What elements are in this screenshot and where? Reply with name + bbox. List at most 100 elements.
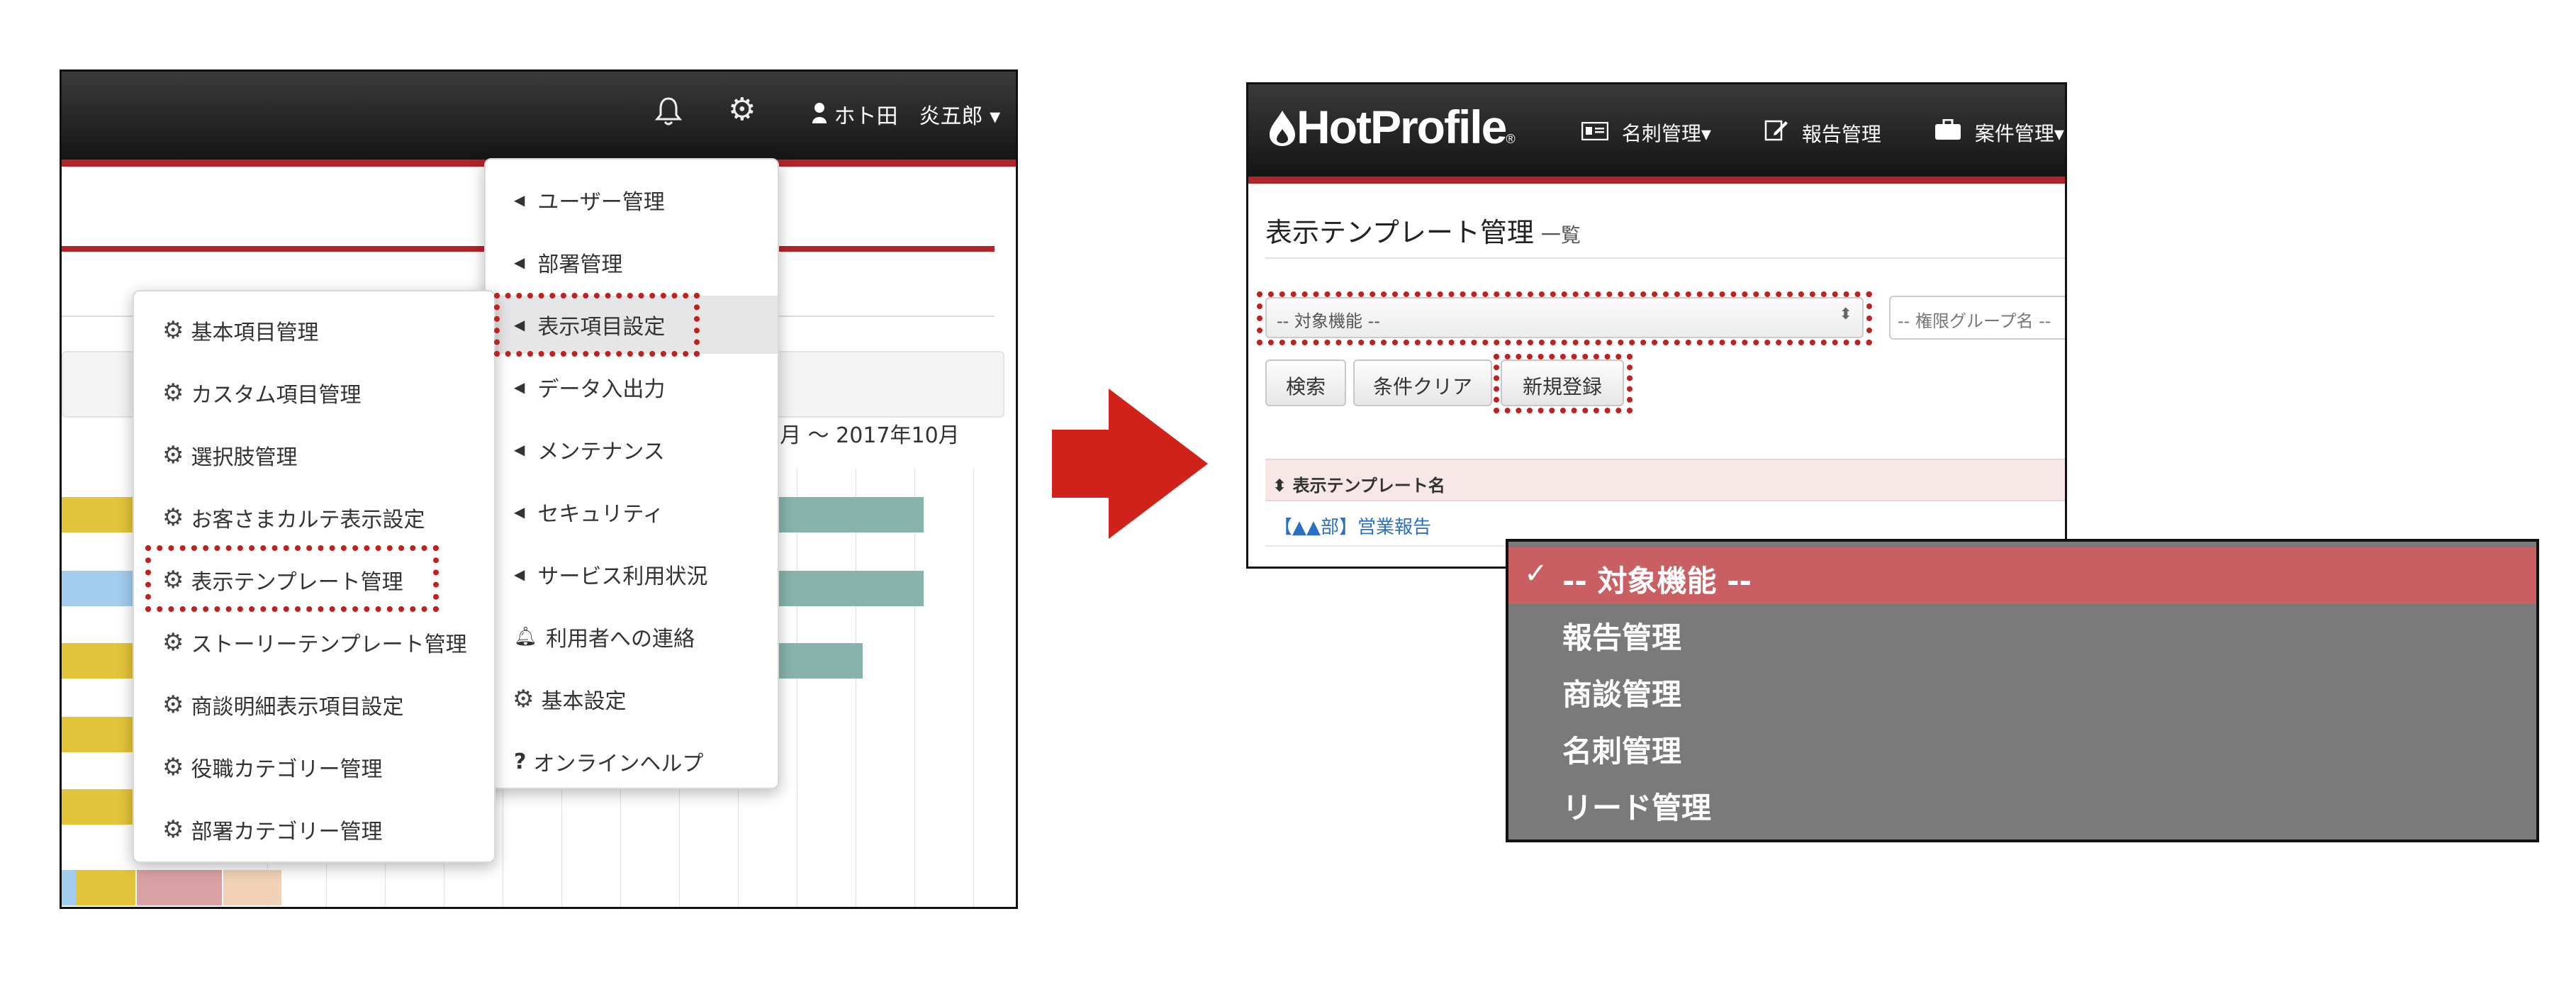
report-icon [1764, 120, 1795, 146]
highlight-display-settings [494, 293, 700, 357]
submenu-item-label: お客さまカルテ表示設定 [191, 508, 425, 532]
highlight-display-templates [145, 545, 439, 612]
page-subtitle: 一覧 [1540, 223, 1581, 247]
menu-item-online-help[interactable]: ? オンラインヘルプ [486, 732, 778, 791]
gear-icon: ⚙ [513, 685, 534, 713]
menu-item-service-usage[interactable]: ◀ サービス利用状況 [486, 545, 778, 603]
caret-left-icon: ◀ [514, 503, 525, 520]
submenu-item-label: 基本項目管理 [191, 320, 319, 345]
user-name: ホト田 炎五郎 [834, 104, 983, 129]
gantt-bar [778, 571, 924, 606]
settings-menu: ◀ ユーザー管理 ◀ 部署管理 ◀ 表示項目設定 ◀ データ入出力 ◀ メンテナ… [484, 158, 779, 789]
submenu-item-position-categories[interactable]: ⚙ 役職カテゴリー管理 [134, 738, 494, 796]
column-header-template-name: 表示テンプレート名 [1292, 476, 1445, 496]
menu-item-label: オンラインヘルプ [533, 752, 704, 776]
submenu-item-label: カスタム項目管理 [191, 383, 362, 408]
nav-reports[interactable]: 報告管理 [1764, 118, 1881, 147]
app-header: HotProfile® 名刺管理▾ 報告管理 案件管理▾ [1248, 84, 2065, 177]
caret-left-icon: ◀ [514, 191, 525, 208]
submenu-item-story-templates[interactable]: ⚙ ストーリーテンプレート管理 [134, 613, 494, 671]
submenu-item-custom-fields[interactable]: ⚙ カスタム項目管理 [134, 364, 494, 422]
menu-item-maintenance[interactable]: ◀ メンテナンス [486, 420, 778, 479]
header-accent-line [1248, 177, 2065, 184]
gantt-bar [778, 497, 924, 532]
menu-item-security[interactable]: ◀ セキュリティ [486, 483, 778, 541]
submenu-item-label: 商談明細表示項目設定 [191, 695, 404, 720]
period-label: 1月 〜 2017年10月 [766, 423, 960, 448]
dropdown-option-deals[interactable]: 商談管理 [1508, 661, 2536, 718]
highlight-new-registration-button [1494, 354, 1633, 413]
caret-left-icon: ◀ [514, 441, 525, 458]
submenu-item-customer-chart[interactable]: ⚙ お客さまカルテ表示設定 [134, 489, 494, 547]
menu-item-label: メンテナンス [537, 440, 665, 464]
gear-icon: ⚙ [162, 441, 184, 469]
menu-item-basic-settings[interactable]: ⚙ 基本設定 [486, 670, 778, 728]
clear-conditions-button[interactable]: 条件クリア [1353, 359, 1492, 406]
page-title: 表示テンプレート管理 一覧 [1265, 217, 1581, 248]
table-header[interactable]: ⬍ 表示テンプレート名 [1265, 459, 2065, 501]
submenu-item-deal-details[interactable]: ⚙ 商談明細表示項目設定 [134, 676, 494, 734]
highlight-target-function-select [1257, 291, 1872, 345]
gear-icon: ⚙ [162, 753, 184, 781]
app-header: ⚙ ホト田 炎五郎 ▾ [62, 72, 1016, 160]
gear-icon: ⚙ [162, 379, 184, 407]
submenu-item-label: ストーリーテンプレート管理 [191, 632, 467, 657]
hotprofile-logo[interactable]: HotProfile® [1268, 100, 1516, 154]
bell-icon: 🔔︎ [514, 626, 538, 647]
caret-left-icon: ◀ [514, 254, 525, 271]
menu-item-label: 利用者への連絡 [546, 627, 695, 652]
gear-icon[interactable]: ⚙ [728, 94, 756, 126]
gantt-bar [76, 870, 135, 905]
divider [1265, 257, 2065, 259]
target-function-dropdown: ✓ -- 対象機能 -- 報告管理 商談管理 名刺管理 リード管理 [1506, 539, 2539, 842]
gear-icon: ⚙ [162, 503, 184, 532]
menu-item-label: データ入出力 [537, 377, 666, 402]
menu-item-user-management[interactable]: ◀ ユーザー管理 [486, 171, 778, 229]
nav-business-cards[interactable]: 名刺管理▾ [1581, 118, 1711, 147]
chevron-down-icon: ▾ [990, 104, 1001, 129]
gear-icon: ⚙ [162, 628, 184, 657]
menu-item-notify-users[interactable]: 🔔︎ 利用者への連絡 [486, 608, 778, 666]
caret-left-icon: ◀ [514, 379, 525, 396]
right-screenshot-panel: HotProfile® 名刺管理▾ 報告管理 案件管理▾ 表示テンプレート管理一… [1246, 82, 2067, 569]
question-icon: ? [514, 749, 527, 774]
submenu-item-label: 選択肢管理 [191, 445, 298, 470]
submenu-item-basic-fields[interactable]: ⚙ 基本項目管理 [134, 301, 494, 359]
card-icon [1581, 121, 1615, 145]
gantt-bar [62, 870, 76, 905]
sort-icon: ⬍ [1272, 476, 1287, 496]
search-button[interactable]: 検索 [1265, 359, 1346, 406]
menu-item-data-io[interactable]: ◀ データ入出力 [486, 358, 778, 416]
gantt-bar [223, 870, 281, 905]
permission-group-select[interactable]: -- 権限グループ名 -- [1889, 296, 2065, 340]
submenu-item-department-categories[interactable]: ⚙ 部署カテゴリー管理 [134, 801, 494, 859]
menu-item-label: 基本設定 [541, 689, 627, 714]
menu-item-label: サービス利用状況 [537, 564, 708, 589]
gantt-bar [778, 643, 863, 679]
arrow-right-icon [1052, 389, 1208, 539]
menu-item-department-management[interactable]: ◀ 部署管理 [486, 233, 778, 291]
dropdown-option-business-cards[interactable]: 名刺管理 [1508, 718, 2536, 774]
briefcase-icon [1934, 118, 1968, 145]
bell-icon[interactable] [654, 96, 683, 132]
check-icon: ✓ [1524, 557, 1548, 590]
gear-icon: ⚙ [162, 316, 184, 345]
dropdown-option-reports[interactable]: 報告管理 [1508, 604, 2536, 661]
submenu-item-label: 役職カテゴリー管理 [191, 757, 383, 782]
menu-item-label: 部署管理 [537, 252, 623, 277]
submenu-item-choices[interactable]: ⚙ 選択肢管理 [134, 426, 494, 484]
nav-deals[interactable]: 案件管理▾ [1934, 118, 2064, 147]
user-menu[interactable]: ホト田 炎五郎 ▾ [812, 99, 1000, 130]
menu-item-label: セキュリティ [537, 502, 664, 527]
caret-left-icon: ◀ [514, 566, 525, 583]
submenu-item-label: 部署カテゴリー管理 [191, 820, 383, 844]
menu-item-label: ユーザー管理 [537, 190, 665, 215]
user-icon [812, 103, 834, 129]
left-screenshot-panel: ⚙ ホト田 炎五郎 ▾ 1月 〜 2017年10月 ◀ ユーザー管理 ◀ 部署管… [60, 69, 1018, 909]
flame-icon [1270, 111, 1295, 146]
gantt-bar [137, 870, 222, 905]
dropdown-option-leads[interactable]: リード管理 [1508, 774, 2536, 831]
table-row-link[interactable]: 【▲▲部】営業報告 [1274, 513, 1431, 539]
dropdown-option-all[interactable]: ✓ -- 対象機能 -- [1508, 547, 2536, 604]
gear-icon: ⚙ [162, 815, 184, 844]
